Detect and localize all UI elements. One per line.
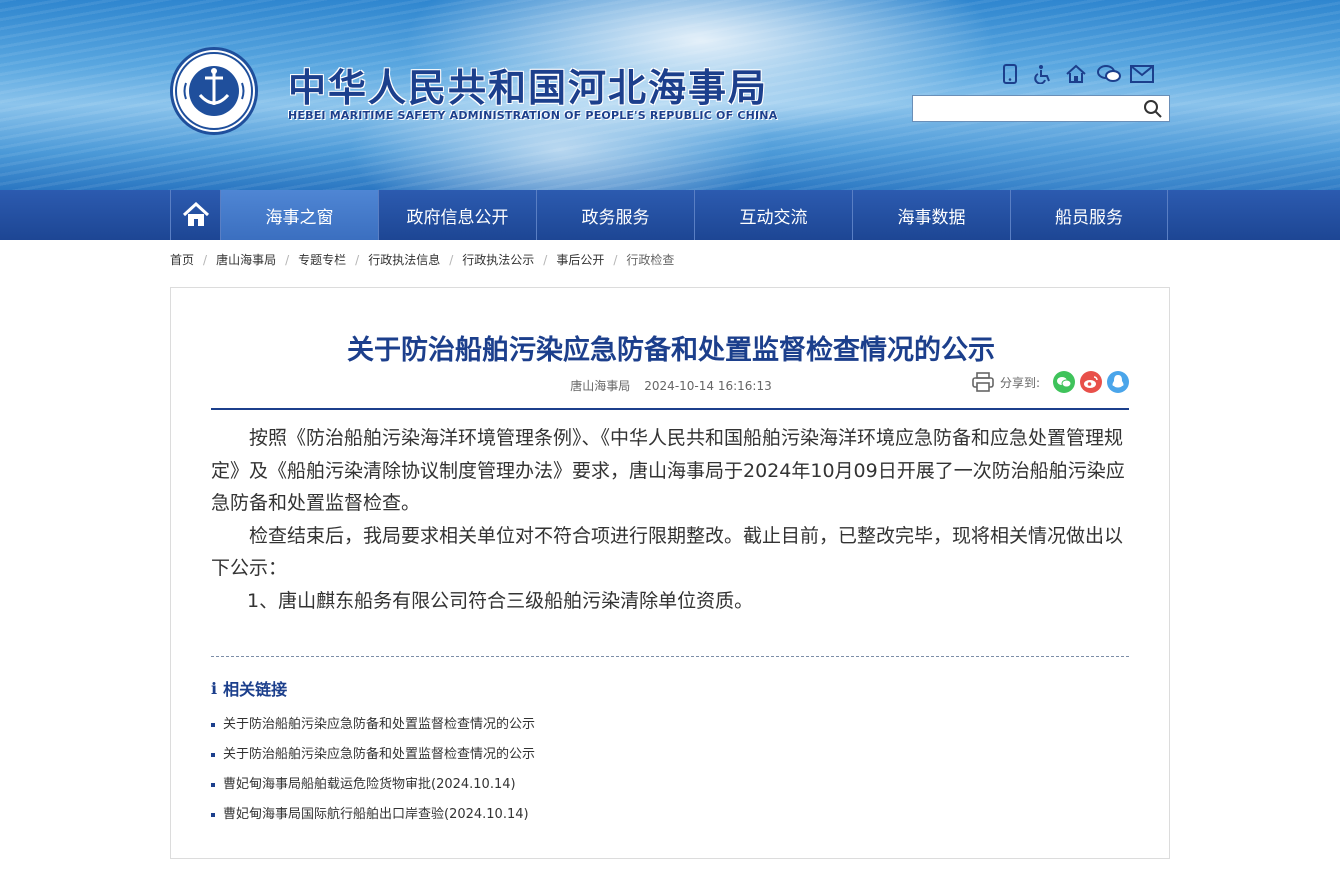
breadcrumb-current: 行政检查 bbox=[626, 253, 675, 267]
qq-share-icon[interactable] bbox=[1107, 371, 1129, 393]
header-banner: 中华人民共和国河北海事局 HEBEI MARITIME SAFETY ADMIN… bbox=[0, 0, 1340, 190]
accessibility-icon[interactable] bbox=[1031, 63, 1055, 85]
breadcrumb-home[interactable]: 首页 bbox=[170, 251, 194, 268]
nav-item-data[interactable]: 海事数据 bbox=[852, 190, 1010, 240]
breadcrumb-separator: / bbox=[613, 252, 618, 267]
msa-emblem-logo[interactable] bbox=[170, 47, 258, 135]
related-link-text[interactable]: 关于防治船舶污染应急防备和处置监督检查情况的公示 bbox=[223, 710, 535, 740]
search-icon[interactable] bbox=[1143, 99, 1163, 119]
related-links-list: 关于防治船舶污染应急防备和处置监督检查情况的公示 关于防治船舶污染应急防备和处置… bbox=[211, 710, 535, 830]
nav-item-crew[interactable]: 船员服务 bbox=[1010, 190, 1168, 240]
related-link-text[interactable]: 曹妃甸海事局船舶载运危险货物审批(2024.10.14) bbox=[223, 770, 516, 800]
bullet-icon bbox=[211, 813, 215, 817]
nav-home-button[interactable] bbox=[170, 190, 220, 240]
chat-icon[interactable] bbox=[1097, 63, 1121, 85]
bullet-icon bbox=[211, 723, 215, 727]
share-label: 分享到: bbox=[999, 375, 1040, 390]
related-link[interactable]: 曹妃甸海事局国际航行船舶出口岸查验(2024.10.14) bbox=[211, 800, 535, 830]
bullet-icon bbox=[211, 753, 215, 757]
breadcrumb-separator: / bbox=[355, 252, 360, 267]
wechat-share-icon[interactable] bbox=[1053, 371, 1075, 393]
nav-item-services[interactable]: 政务服务 bbox=[536, 190, 694, 240]
site-title: 中华人民共和国河北海事局 bbox=[288, 65, 769, 110]
breadcrumb-separator: / bbox=[543, 252, 548, 267]
mobile-icon[interactable] bbox=[998, 63, 1022, 85]
search-input[interactable] bbox=[917, 99, 1137, 118]
article-paragraph: 检查结束后，我局要求相关单位对不符合项进行限期整改。截止目前，已整改完毕，现将相… bbox=[211, 524, 1124, 580]
main-nav: 海事之窗 政府信息公开 政务服务 互动交流 海事数据 船员服务 bbox=[0, 190, 1340, 240]
info-icon: i bbox=[211, 678, 218, 698]
site-subtitle: HEBEI MARITIME SAFETY ADMINISTRATION OF … bbox=[288, 109, 778, 122]
breadcrumb-enforcement-info[interactable]: 行政执法信息 bbox=[368, 251, 440, 268]
title-divider bbox=[211, 408, 1129, 410]
breadcrumb: 首页 / 唐山海事局 / 专题专栏 / 行政执法信息 / 行政执法公示 / 事后… bbox=[170, 251, 674, 268]
breadcrumb-separator: / bbox=[449, 252, 454, 267]
home-icon bbox=[182, 202, 209, 226]
breadcrumb-post-disclosure[interactable]: 事后公开 bbox=[556, 251, 604, 268]
related-link[interactable]: 关于防治船舶污染应急防备和处置监督检查情况的公示 bbox=[211, 740, 535, 770]
home-icon[interactable] bbox=[1064, 63, 1088, 85]
article-source: 唐山海事局 bbox=[570, 379, 631, 393]
print-icon[interactable] bbox=[972, 371, 996, 393]
header-tools bbox=[998, 63, 1154, 85]
dashed-divider bbox=[211, 656, 1129, 657]
bullet-icon bbox=[211, 783, 215, 787]
related-links-heading: i 相关链接 bbox=[211, 676, 287, 700]
mail-icon[interactable] bbox=[1130, 63, 1154, 85]
nav-item-interaction[interactable]: 互动交流 bbox=[694, 190, 852, 240]
related-links-title: 相关链接 bbox=[223, 680, 288, 699]
weibo-share-icon[interactable] bbox=[1080, 371, 1102, 393]
breadcrumb-special[interactable]: 专题专栏 bbox=[298, 251, 346, 268]
article-title: 关于防治船舶污染应急防备和处置监督检查情况的公示 bbox=[347, 335, 995, 366]
article-paragraph: 按照《防治船舶污染海洋环境管理条例》、《中华人民共和国船舶污染海洋环境应急防备和… bbox=[211, 427, 1125, 514]
nav-item-window[interactable]: 海事之窗 bbox=[220, 190, 378, 240]
share-bar: 分享到: bbox=[972, 371, 1129, 393]
related-link-text[interactable]: 关于防治船舶污染应急防备和处置监督检查情况的公示 bbox=[223, 740, 535, 770]
anchor-emblem-icon bbox=[175, 52, 253, 130]
article-list-item: 1、唐山麒东船务有限公司符合三级船舶污染清除单位资质。 bbox=[247, 589, 754, 612]
related-link-text[interactable]: 曹妃甸海事局国际航行船舶出口岸查验(2024.10.14) bbox=[223, 800, 529, 830]
article-body: 按照《防治船舶污染海洋环境管理条例》、《中华人民共和国船舶污染海洋环境应急防备和… bbox=[211, 422, 1129, 617]
breadcrumb-separator: / bbox=[285, 252, 290, 267]
search-box bbox=[912, 95, 1170, 122]
breadcrumb-separator: / bbox=[203, 252, 208, 267]
article-card: 关于防治船舶污染应急防备和处置监督检查情况的公示 唐山海事局 2024-10-14… bbox=[170, 287, 1170, 859]
breadcrumb-tangshan[interactable]: 唐山海事局 bbox=[216, 251, 276, 268]
breadcrumb-enforcement-notice[interactable]: 行政执法公示 bbox=[462, 251, 534, 268]
article-datetime: 2024-10-14 16:16:13 bbox=[644, 379, 772, 393]
related-link[interactable]: 曹妃甸海事局船舶载运危险货物审批(2024.10.14) bbox=[211, 770, 535, 800]
nav-item-gov-info[interactable]: 政府信息公开 bbox=[378, 190, 536, 240]
related-link[interactable]: 关于防治船舶污染应急防备和处置监督检查情况的公示 bbox=[211, 710, 535, 740]
